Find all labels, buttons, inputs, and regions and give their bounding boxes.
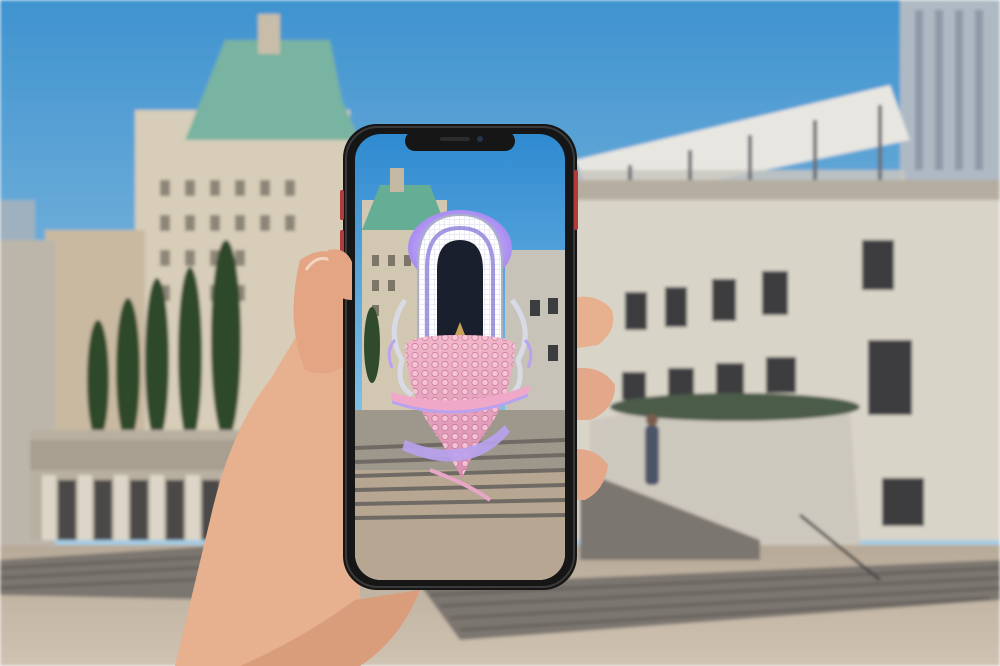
phone-screen — [355, 134, 565, 580]
ar-photo-scene — [0, 0, 1000, 666]
person-figure — [645, 425, 659, 485]
smartphone-icon — [340, 124, 578, 590]
